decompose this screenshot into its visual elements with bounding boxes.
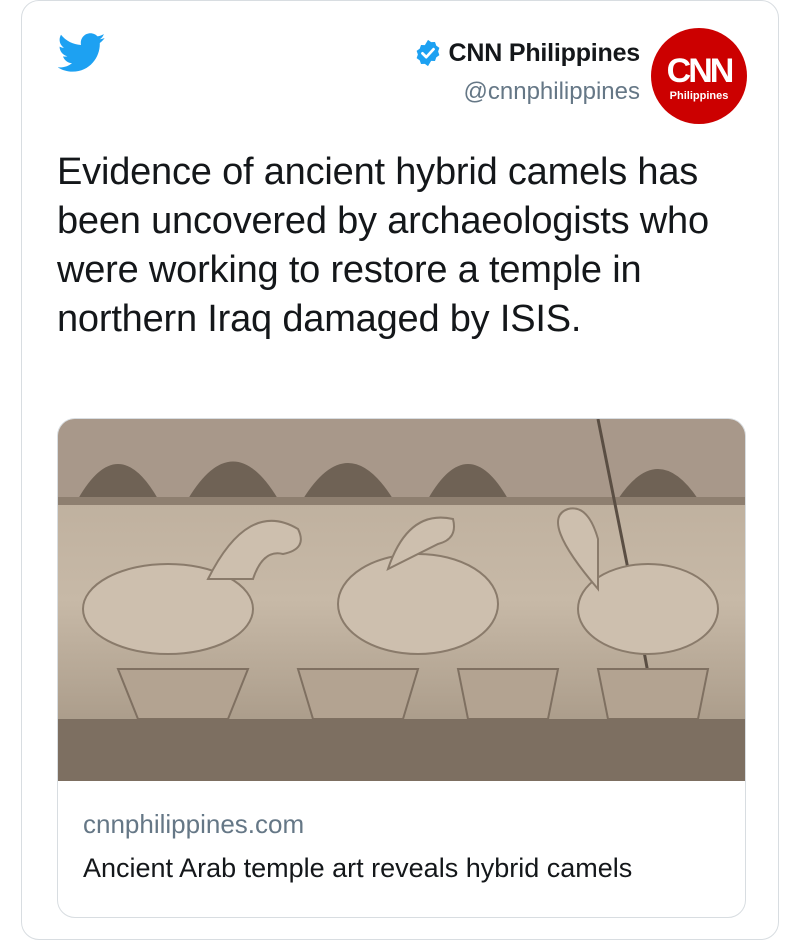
author-handle[interactable]: @cnnphilippines (413, 78, 640, 106)
author-display-name[interactable]: CNN Philippines (449, 39, 641, 68)
avatar[interactable]: CNN Philippines (651, 28, 747, 124)
twitter-bird-icon[interactable] (58, 33, 106, 73)
link-domain[interactable]: cnnphilippines.com (83, 809, 304, 840)
link-preview-card[interactable]: cnnphilippines.com Ancient Arab temple a… (57, 418, 746, 918)
author-name-row: CNN Philippines (413, 38, 640, 68)
tweet-text: Evidence of ancient hybrid camels has be… (57, 151, 709, 340)
tweet-author[interactable]: CNN Philippines @cnnphilippines (413, 38, 640, 106)
link-preview-image[interactable] (58, 419, 746, 781)
avatar-logo-subtext: Philippines (669, 90, 729, 102)
verified-badge-icon (416, 39, 439, 67)
avatar-logo-text: CNN (666, 52, 735, 90)
link-title[interactable]: Ancient Arab temple art reveals hybrid c… (83, 853, 632, 884)
